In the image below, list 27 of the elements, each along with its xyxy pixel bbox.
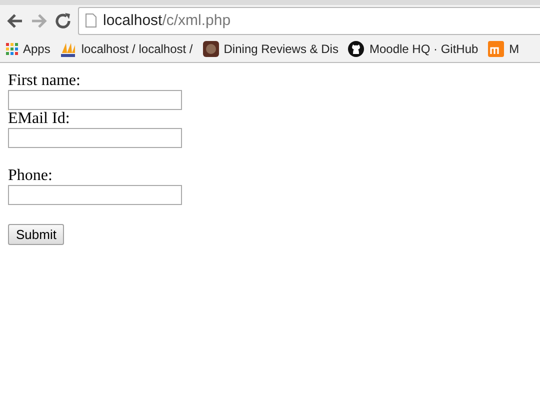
bookmark-item[interactable]: localhost / localhost / — [60, 41, 193, 57]
bookmark-label: Dining Reviews & Dis — [224, 42, 338, 56]
bookmark-item[interactable]: M — [488, 41, 520, 57]
bookmark-item[interactable]: Dining Reviews & Dis — [202, 41, 338, 57]
github-logo-icon — [348, 41, 364, 57]
moodle-logo-icon — [488, 41, 504, 57]
bookmark-item[interactable]: Moodle HQ · GitHub — [348, 41, 478, 57]
apps-grid-icon — [6, 43, 18, 55]
sail-logo-icon — [60, 41, 76, 57]
bookmark-label: localhost / localhost / — [81, 42, 193, 56]
input-field[interactable] — [8, 90, 182, 110]
page-icon — [85, 13, 97, 28]
submit-button[interactable]: Submit — [8, 224, 64, 245]
input-field[interactable] — [8, 128, 182, 148]
field-label: EMail Id: — [8, 110, 70, 128]
address-bar[interactable]: localhost/c/xml.php — [78, 6, 540, 34]
field-label: First name: — [8, 72, 80, 90]
reload-icon[interactable] — [54, 12, 72, 30]
back-arrow-icon[interactable] — [6, 12, 24, 30]
bookmark-label: Apps — [23, 42, 50, 56]
input-field[interactable] — [8, 185, 182, 205]
field-label: Phone: — [8, 167, 52, 185]
forward-arrow-icon[interactable] — [30, 12, 48, 30]
bookmark-item[interactable]: Apps — [6, 42, 50, 56]
bookmark-label: Moodle HQ · GitHub — [369, 42, 478, 56]
bookmark-label: M — [509, 42, 520, 56]
dining-logo-icon — [202, 41, 219, 57]
